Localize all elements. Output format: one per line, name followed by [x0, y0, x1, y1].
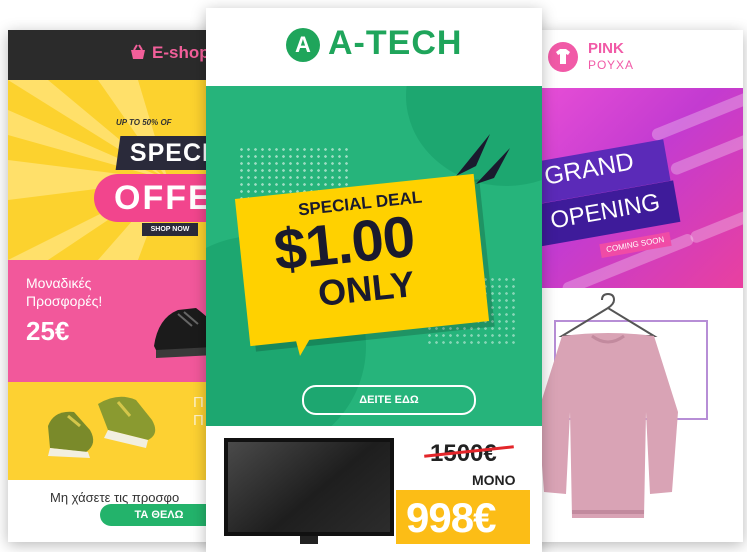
atech-logo-icon: A: [286, 28, 320, 62]
faded-headline: Π Π: [193, 394, 204, 430]
ta-thelo-button[interactable]: ΤΑ ΘΕΛΩ: [100, 504, 218, 526]
logo-letter: A: [295, 32, 311, 57]
pink-header: PINK ΡΟΥΧΑ: [528, 30, 743, 88]
pink-sweater-image: [538, 292, 678, 518]
tv-offer: 1500€ ΜΟΝΟ 998€: [206, 426, 542, 552]
promo-price: 25€: [26, 316, 70, 346]
tv-image: [224, 438, 394, 536]
shopping-basket-icon: [131, 44, 145, 59]
promo-line-2: Προσφορές!: [26, 293, 103, 309]
atech-brand: A-TECH: [328, 24, 463, 62]
yellow-sneakers-image: [48, 396, 156, 458]
pink-product: [528, 288, 743, 542]
special-deal-hero: SPECIAL DEAL $1.00 ONLY ΔΕΙΤΕ ΕΔΩ: [206, 86, 542, 426]
atech-newsletter-card: A A-TECH SPECIAL DEAL $1.00 ONLY ΔΕΙΤΕ Ε…: [206, 8, 542, 552]
shop-now-button[interactable]: SHOP NOW: [142, 223, 198, 236]
eshop-yellow-sneaker-promo: Π Π: [8, 382, 230, 480]
pink-newsletter-card: PINK ΡΟΥΧΑ GRAND OPENING COMING SOON: [528, 30, 743, 542]
offer-text: OFFE: [114, 179, 213, 217]
eshop-brand: E-shop: [152, 43, 210, 62]
eshop-special-offer-banner: UP TO 50% OF SPECIAL OFFE SHOP NOW: [8, 80, 230, 260]
decor-stripe: [669, 131, 743, 177]
atech-header: A A-TECH: [206, 8, 542, 86]
new-price: 998€: [406, 494, 496, 541]
promo-line-1: Μοναδικές: [26, 275, 92, 291]
decor-stripe: [650, 88, 743, 143]
eshop-sneaker-promo: Μοναδικές Προσφορές! 25€: [8, 260, 230, 382]
mono-label: ΜΟΝΟ: [472, 472, 516, 488]
tv-stand: [300, 536, 318, 544]
faded-line-1: Π: [193, 394, 204, 411]
miss-offers-text: Μη χάσετε τις προσφο: [50, 490, 180, 505]
eshop-header: E-shop: [8, 30, 230, 80]
pink-brand-line-1: PINK: [588, 40, 624, 57]
grand-opening-banner: GRAND OPENING COMING SOON: [528, 88, 743, 288]
eshop-newsletter-card: E-shop UP TO 50% OF SPECIAL OFFE SHOP NO…: [8, 30, 230, 542]
promo-headline: Μοναδικές Προσφορές!: [26, 274, 102, 310]
speech-bubble-tail: [290, 318, 322, 356]
decor-stripe: [688, 203, 743, 245]
new-price-tag: 998€: [396, 490, 530, 544]
faded-line-2: Π: [193, 412, 204, 429]
see-here-button[interactable]: ΔΕΙΤΕ ΕΔΩ: [302, 385, 476, 415]
discount-tagline: UP TO 50% OF: [116, 118, 172, 127]
pink-brand-line-2: ΡΟΥΧΑ: [588, 58, 634, 72]
tshirt-logo-icon: [548, 42, 578, 72]
